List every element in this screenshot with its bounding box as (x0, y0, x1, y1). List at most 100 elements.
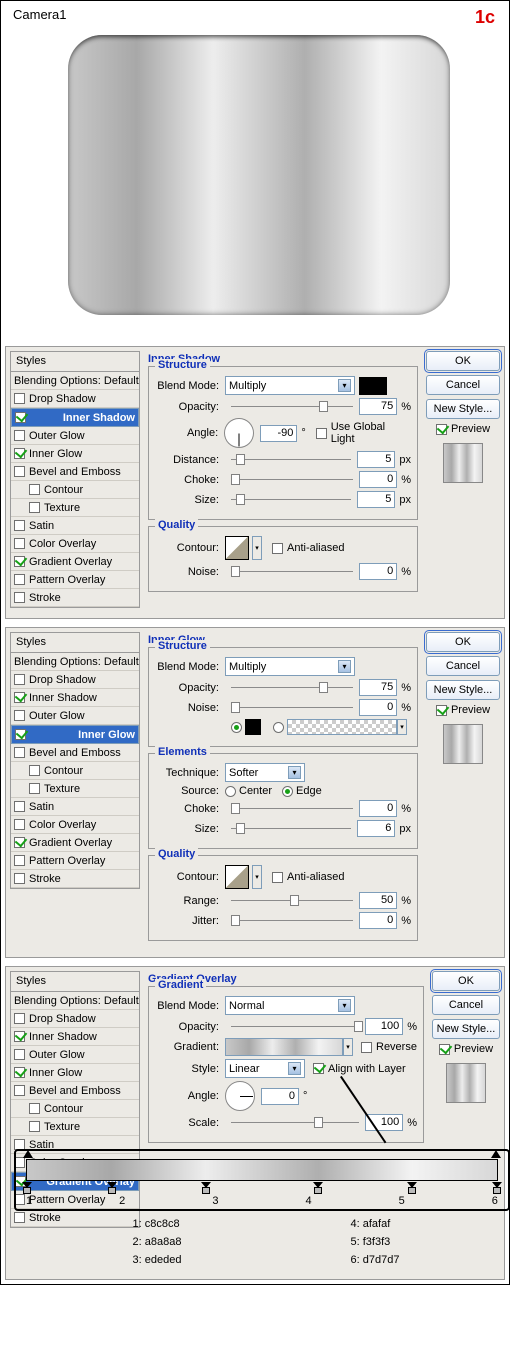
angle-dial[interactable]: .panel:nth-of-type(1) .angledial::after{… (224, 418, 254, 448)
color-stop[interactable] (22, 1182, 32, 1192)
style-checkbox[interactable] (29, 484, 40, 495)
style-checkbox[interactable] (14, 747, 25, 758)
numeric-input[interactable]: 5 (357, 491, 395, 508)
style-checkbox[interactable] (14, 855, 25, 866)
style-item-stroke[interactable]: Stroke (11, 589, 139, 607)
slider[interactable] (231, 681, 353, 695)
preview-checkbox[interactable] (439, 1044, 450, 1055)
cancel-button[interactable]: Cancel (426, 656, 500, 676)
style-checkbox[interactable] (14, 538, 25, 549)
contour-picker[interactable] (225, 865, 249, 889)
color-swatch[interactable] (245, 719, 261, 735)
slider[interactable] (231, 473, 353, 487)
style-checkbox[interactable] (14, 1085, 25, 1096)
style-item-drop-shadow[interactable]: Drop Shadow (11, 1010, 139, 1028)
style-checkbox[interactable] (14, 801, 25, 812)
color-swatch[interactable] (359, 377, 387, 395)
slider[interactable] (231, 400, 353, 414)
numeric-input[interactable]: 75 (359, 398, 397, 415)
chevron-down-icon[interactable]: ▾ (252, 536, 262, 560)
numeric-input[interactable]: 0 (261, 1088, 299, 1105)
color-stop[interactable] (107, 1182, 117, 1192)
style-item-satin[interactable]: Satin (11, 517, 139, 535)
style-item-stroke[interactable]: Stroke (11, 870, 139, 888)
chevron-down-icon[interactable]: ▾ (252, 865, 262, 889)
slider[interactable] (231, 493, 351, 507)
source-center-radio[interactable] (225, 786, 236, 797)
style-item-outer-glow[interactable]: Outer Glow (11, 427, 139, 445)
style-item-bevel-and-emboss[interactable]: Bevel and Emboss (11, 744, 139, 762)
ok-button[interactable]: OK (432, 971, 500, 991)
blending-options-item[interactable]: Blending Options: Default (11, 653, 139, 671)
align-checkbox[interactable] (313, 1063, 324, 1074)
numeric-input[interactable]: 6 (357, 820, 395, 837)
chevron-down-icon[interactable]: ▾ (397, 719, 407, 735)
cancel-button[interactable]: Cancel (426, 375, 500, 395)
blending-options-item[interactable]: Blending Options: Default (11, 372, 139, 390)
style-item-color-overlay[interactable]: Color Overlay (11, 535, 139, 553)
style-checkbox[interactable] (29, 765, 40, 776)
style-item-satin[interactable]: Satin (11, 798, 139, 816)
style-item-inner-glow[interactable]: Inner Glow (11, 1064, 139, 1082)
slider[interactable] (231, 565, 353, 579)
new-style-button[interactable]: New Style... (426, 399, 500, 419)
color-radio[interactable] (231, 722, 242, 733)
style-checkbox[interactable] (14, 674, 25, 685)
slider[interactable] (231, 1020, 359, 1034)
numeric-input[interactable]: 50 (359, 892, 397, 909)
numeric-input[interactable]: 75 (359, 679, 397, 696)
ok-button[interactable]: OK (426, 351, 500, 371)
style-checkbox[interactable] (14, 448, 25, 459)
style-item-contour[interactable]: Contour (11, 762, 139, 780)
style-item-pattern-overlay[interactable]: Pattern Overlay (11, 571, 139, 589)
style-checkbox[interactable] (14, 574, 25, 585)
style-checkbox[interactable] (14, 556, 25, 567)
style-checkbox[interactable] (14, 1031, 25, 1042)
style-checkbox[interactable] (14, 819, 25, 830)
blending-options-item[interactable]: Blending Options: Default (11, 992, 139, 1010)
style-checkbox[interactable] (14, 430, 25, 441)
style-item-inner-shadow[interactable]: Inner Shadow (11, 689, 139, 707)
dropdown[interactable]: Multiply▾ (225, 657, 355, 676)
antialias-checkbox[interactable] (272, 543, 283, 554)
slider[interactable] (231, 453, 351, 467)
style-item-gradient-overlay[interactable]: Gradient Overlay (11, 553, 139, 571)
numeric-input[interactable]: 0 (359, 699, 397, 716)
gradient-swatch[interactable] (287, 719, 397, 735)
style-checkbox[interactable] (15, 729, 26, 740)
style-item-texture[interactable]: Texture (11, 1118, 139, 1136)
style-item-contour[interactable]: Contour (11, 1100, 139, 1118)
numeric-input[interactable]: 0 (359, 912, 397, 929)
style-checkbox[interactable] (29, 502, 40, 513)
numeric-input[interactable]: 0 (359, 471, 397, 488)
style-checkbox[interactable] (29, 783, 40, 794)
gradient-picker[interactable] (225, 1038, 343, 1056)
style-item-texture[interactable]: Texture (11, 780, 139, 798)
numeric-input[interactable]: 0 (359, 563, 397, 580)
preview-checkbox[interactable] (436, 424, 447, 435)
style-item-inner-shadow[interactable]: Inner Shadow (11, 1028, 139, 1046)
style-item-bevel-and-emboss[interactable]: Bevel and Emboss (11, 463, 139, 481)
style-item-texture[interactable]: Texture (11, 499, 139, 517)
style-item-pattern-overlay[interactable]: Pattern Overlay (11, 852, 139, 870)
color-stop[interactable] (313, 1182, 323, 1192)
slider[interactable] (231, 822, 351, 836)
style-checkbox[interactable] (29, 1103, 40, 1114)
style-checkbox[interactable] (14, 393, 25, 404)
style-item-inner-glow[interactable]: Inner Glow (11, 725, 139, 744)
color-stop[interactable] (492, 1182, 502, 1192)
style-item-contour[interactable]: Contour (11, 481, 139, 499)
dropdown[interactable]: Softer▾ (225, 763, 305, 782)
gradient-bar[interactable] (26, 1159, 498, 1181)
color-stop[interactable] (407, 1182, 417, 1192)
numeric-input[interactable]: 5 (357, 451, 395, 468)
opacity-stop[interactable] (491, 1150, 501, 1158)
style-item-color-overlay[interactable]: Color Overlay (11, 816, 139, 834)
style-item-inner-shadow[interactable]: Inner Shadow (11, 408, 139, 427)
style-checkbox[interactable] (14, 837, 25, 848)
style-item-drop-shadow[interactable]: Drop Shadow (11, 390, 139, 408)
opacity-stop[interactable] (23, 1150, 33, 1158)
new-style-button[interactable]: New Style... (426, 680, 500, 700)
style-checkbox[interactable] (15, 412, 26, 423)
style-checkbox[interactable] (14, 466, 25, 477)
